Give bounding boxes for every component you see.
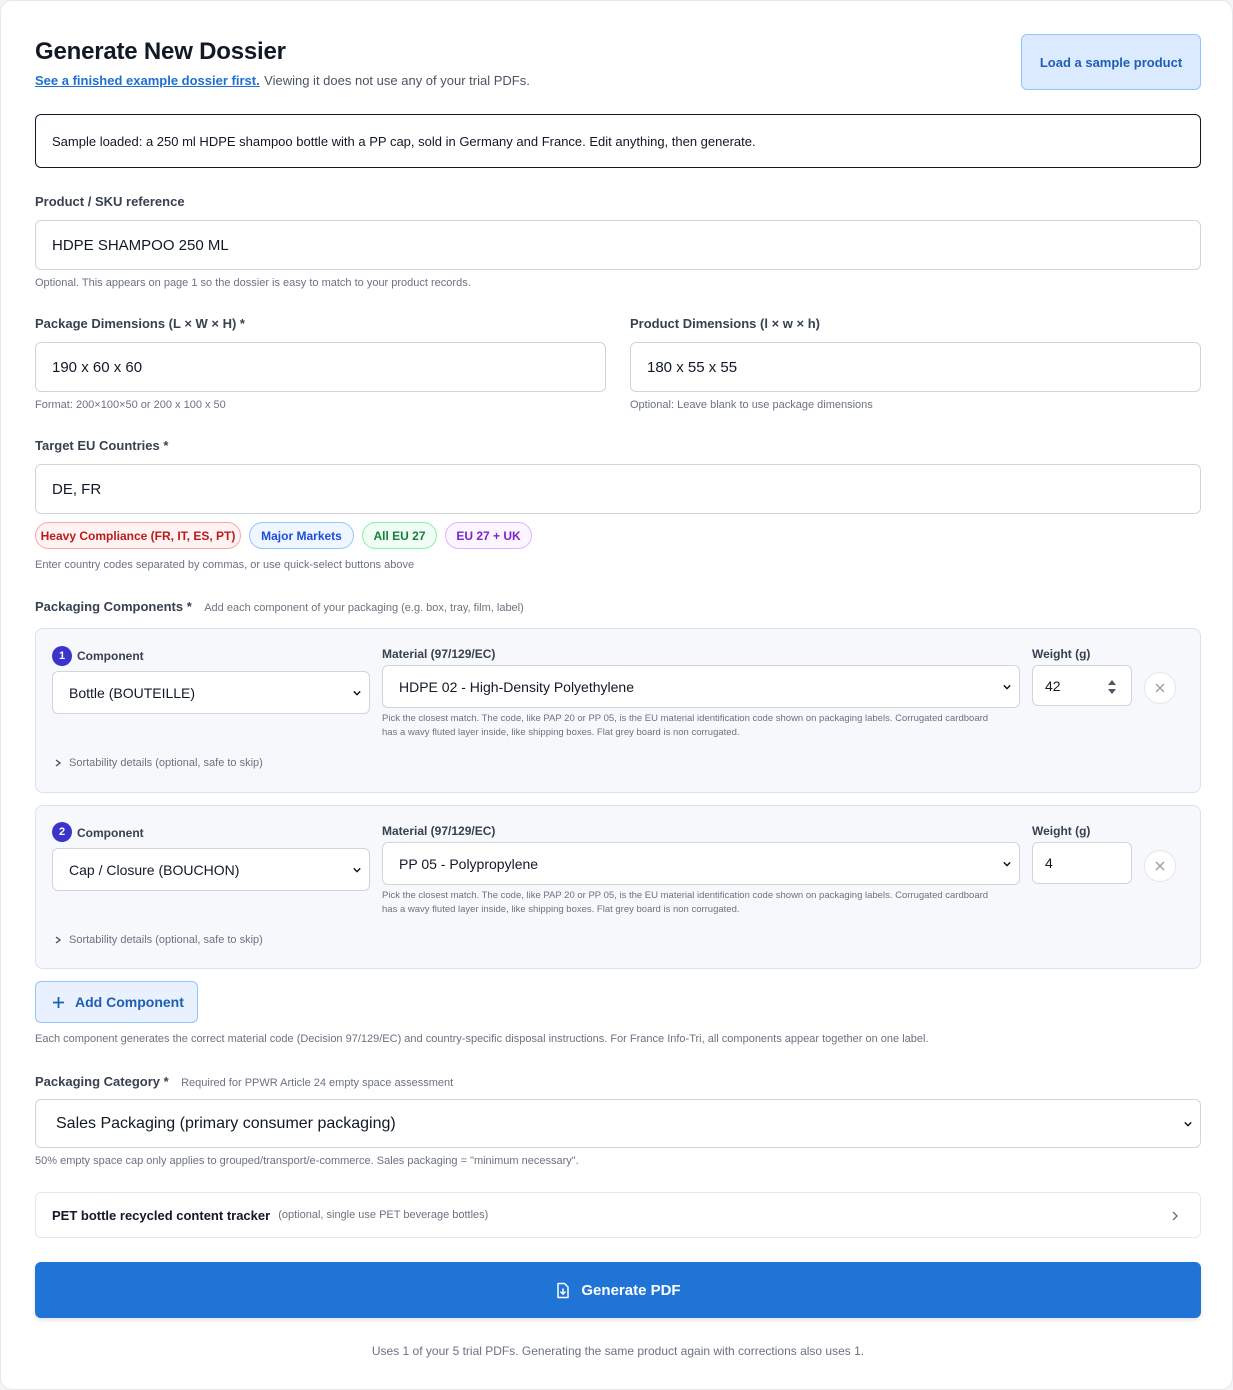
sortability-label: Sortability details (optional, safe to s… bbox=[69, 934, 263, 946]
weight-input[interactable]: 42 bbox=[1032, 665, 1132, 706]
category-hint: 50% empty space cap only applies to grou… bbox=[35, 1155, 579, 1167]
generate-pdf-label: Generate PDF bbox=[581, 1281, 681, 1299]
material-select[interactable]: PP 05 - Polypropylene bbox=[382, 842, 1020, 885]
material-label: Material (97/129/EC) bbox=[382, 824, 496, 838]
sku-input[interactable]: HDPE SHAMPOO 250 ML bbox=[35, 220, 1201, 270]
components-footer-note: Each component generates the correct mat… bbox=[35, 1033, 929, 1045]
component-number-badge: 2 bbox=[52, 822, 72, 842]
component-type-value: Cap / Closure (BOUCHON) bbox=[69, 861, 240, 878]
pet-tracker-note: (optional, single use PET beverage bottl… bbox=[278, 1209, 489, 1221]
material-value: PP 05 - Polypropylene bbox=[399, 855, 539, 872]
material-hint-line-2: has a wavy fluted layer inside, like shi… bbox=[382, 904, 740, 915]
spinner-icon[interactable] bbox=[1107, 677, 1117, 697]
page-title: Generate New Dossier bbox=[35, 38, 286, 65]
sku-label: Product / SKU reference bbox=[35, 194, 185, 209]
sortability-toggle[interactable]: Sortability details (optional, safe to s… bbox=[55, 757, 263, 769]
material-hint: Pick the closest match. The code, like P… bbox=[382, 889, 1022, 917]
components-sublabel: Add each component of your packaging (e.… bbox=[204, 602, 524, 614]
generate-pdf-button[interactable]: Generate PDF bbox=[35, 1262, 1201, 1318]
chip-all-eu-27[interactable]: All EU 27 bbox=[362, 522, 437, 549]
material-value: HDPE 02 - High-Density Polyethylene bbox=[399, 678, 634, 695]
category-header: Packaging Category * Required for PPWR A… bbox=[35, 1073, 453, 1091]
weight-value: 4 bbox=[1045, 855, 1053, 871]
remove-component-button[interactable] bbox=[1144, 850, 1176, 882]
pet-tracker-toggle[interactable]: PET bottle recycled content tracker (opt… bbox=[35, 1192, 1201, 1238]
chevron-down-icon bbox=[1003, 684, 1011, 690]
example-note: Viewing it does not use any of your tria… bbox=[264, 73, 530, 88]
weight-input[interactable]: 4 bbox=[1032, 842, 1132, 884]
countries-input[interactable]: DE, FR bbox=[35, 464, 1201, 514]
weight-label: Weight (g) bbox=[1032, 824, 1091, 838]
chevron-down-icon bbox=[353, 690, 361, 696]
example-dossier-link[interactable]: See a finished example dossier first. bbox=[35, 73, 260, 88]
material-hint-line-1: Pick the closest match. The code, like P… bbox=[382, 890, 989, 901]
sortability-label: Sortability details (optional, safe to s… bbox=[69, 757, 263, 769]
product-dims-hint: Optional: Leave blank to use package dim… bbox=[630, 399, 873, 411]
component-number-badge: 1 bbox=[52, 646, 72, 666]
product-dims-input[interactable]: 180 x 55 x 55 bbox=[630, 342, 1201, 392]
material-select[interactable]: HDPE 02 - High-Density Polyethylene bbox=[382, 665, 1020, 708]
add-component-button[interactable]: Add Component bbox=[35, 981, 198, 1023]
close-icon bbox=[1155, 683, 1165, 693]
weight-value: 42 bbox=[1045, 677, 1061, 694]
category-label: Packaging Category * bbox=[35, 1074, 169, 1089]
component-type-value: Bottle (BOUTEILLE) bbox=[69, 684, 196, 701]
chevron-right-icon bbox=[55, 936, 61, 944]
material-hint-line-2: has a wavy fluted layer inside, like shi… bbox=[382, 727, 740, 738]
material-hint: Pick the closest match. The code, like P… bbox=[382, 712, 1022, 740]
component-type-select[interactable]: Bottle (BOUTEILLE) bbox=[52, 671, 370, 714]
component-label: Component bbox=[77, 826, 144, 840]
chip-heavy-compliance[interactable]: Heavy Compliance (FR, IT, ES, PT) bbox=[35, 522, 241, 549]
header-subline: See a finished example dossier first. Vi… bbox=[35, 72, 530, 90]
material-hint-line-1: Pick the closest match. The code, like P… bbox=[382, 713, 989, 724]
close-icon bbox=[1155, 861, 1165, 871]
sortability-toggle[interactable]: Sortability details (optional, safe to s… bbox=[55, 934, 263, 946]
sample-loaded-notice: Sample loaded: a 250 ml HDPE shampoo bot… bbox=[35, 114, 1201, 168]
chevron-down-icon bbox=[353, 867, 361, 873]
product-dims-label: Product Dimensions (l × w × h) bbox=[630, 316, 820, 331]
component-label: Component bbox=[77, 649, 144, 663]
weight-label: Weight (g) bbox=[1032, 647, 1091, 661]
chevron-right-icon bbox=[1172, 1211, 1178, 1221]
package-dims-label: Package Dimensions (L × W × H) * bbox=[35, 316, 245, 331]
sku-hint: Optional. This appears on page 1 so the … bbox=[35, 277, 471, 289]
pet-tracker-title: PET bottle recycled content tracker bbox=[52, 1207, 271, 1223]
components-label: Packaging Components * bbox=[35, 599, 192, 614]
chevron-down-icon bbox=[1003, 861, 1011, 867]
trial-usage-note: Uses 1 of your 5 trial PDFs. Generating … bbox=[371, 1344, 865, 1358]
file-download-icon bbox=[557, 1282, 570, 1298]
package-dims-input[interactable]: 190 x 60 x 60 bbox=[35, 342, 606, 392]
plus-icon bbox=[53, 996, 64, 1008]
category-value: Sales Packaging (primary consumer packag… bbox=[56, 1114, 396, 1132]
category-sublabel: Required for PPWR Article 24 empty space… bbox=[181, 1077, 454, 1089]
dossier-form-card: Generate New Dossier See a finished exam… bbox=[0, 0, 1233, 1390]
countries-label: Target EU Countries * bbox=[35, 438, 169, 453]
component-type-select[interactable]: Cap / Closure (BOUCHON) bbox=[52, 848, 370, 891]
material-label: Material (97/129/EC) bbox=[382, 647, 496, 661]
chevron-down-icon bbox=[1184, 1121, 1192, 1127]
chevron-right-icon bbox=[55, 759, 61, 767]
remove-component-button[interactable] bbox=[1144, 672, 1176, 704]
chip-major-markets[interactable]: Major Markets bbox=[249, 522, 354, 549]
add-component-label: Add Component bbox=[75, 994, 184, 1010]
load-sample-button[interactable]: Load a sample product bbox=[1021, 34, 1201, 90]
countries-hint: Enter country codes separated by commas,… bbox=[35, 559, 415, 571]
category-select[interactable]: Sales Packaging (primary consumer packag… bbox=[35, 1099, 1201, 1148]
chip-eu-27-uk[interactable]: EU 27 + UK bbox=[445, 522, 532, 549]
components-header: Packaging Components * Add each componen… bbox=[35, 598, 524, 616]
package-dims-hint: Format: 200×100×50 or 200 x 100 x 50 bbox=[35, 399, 226, 411]
